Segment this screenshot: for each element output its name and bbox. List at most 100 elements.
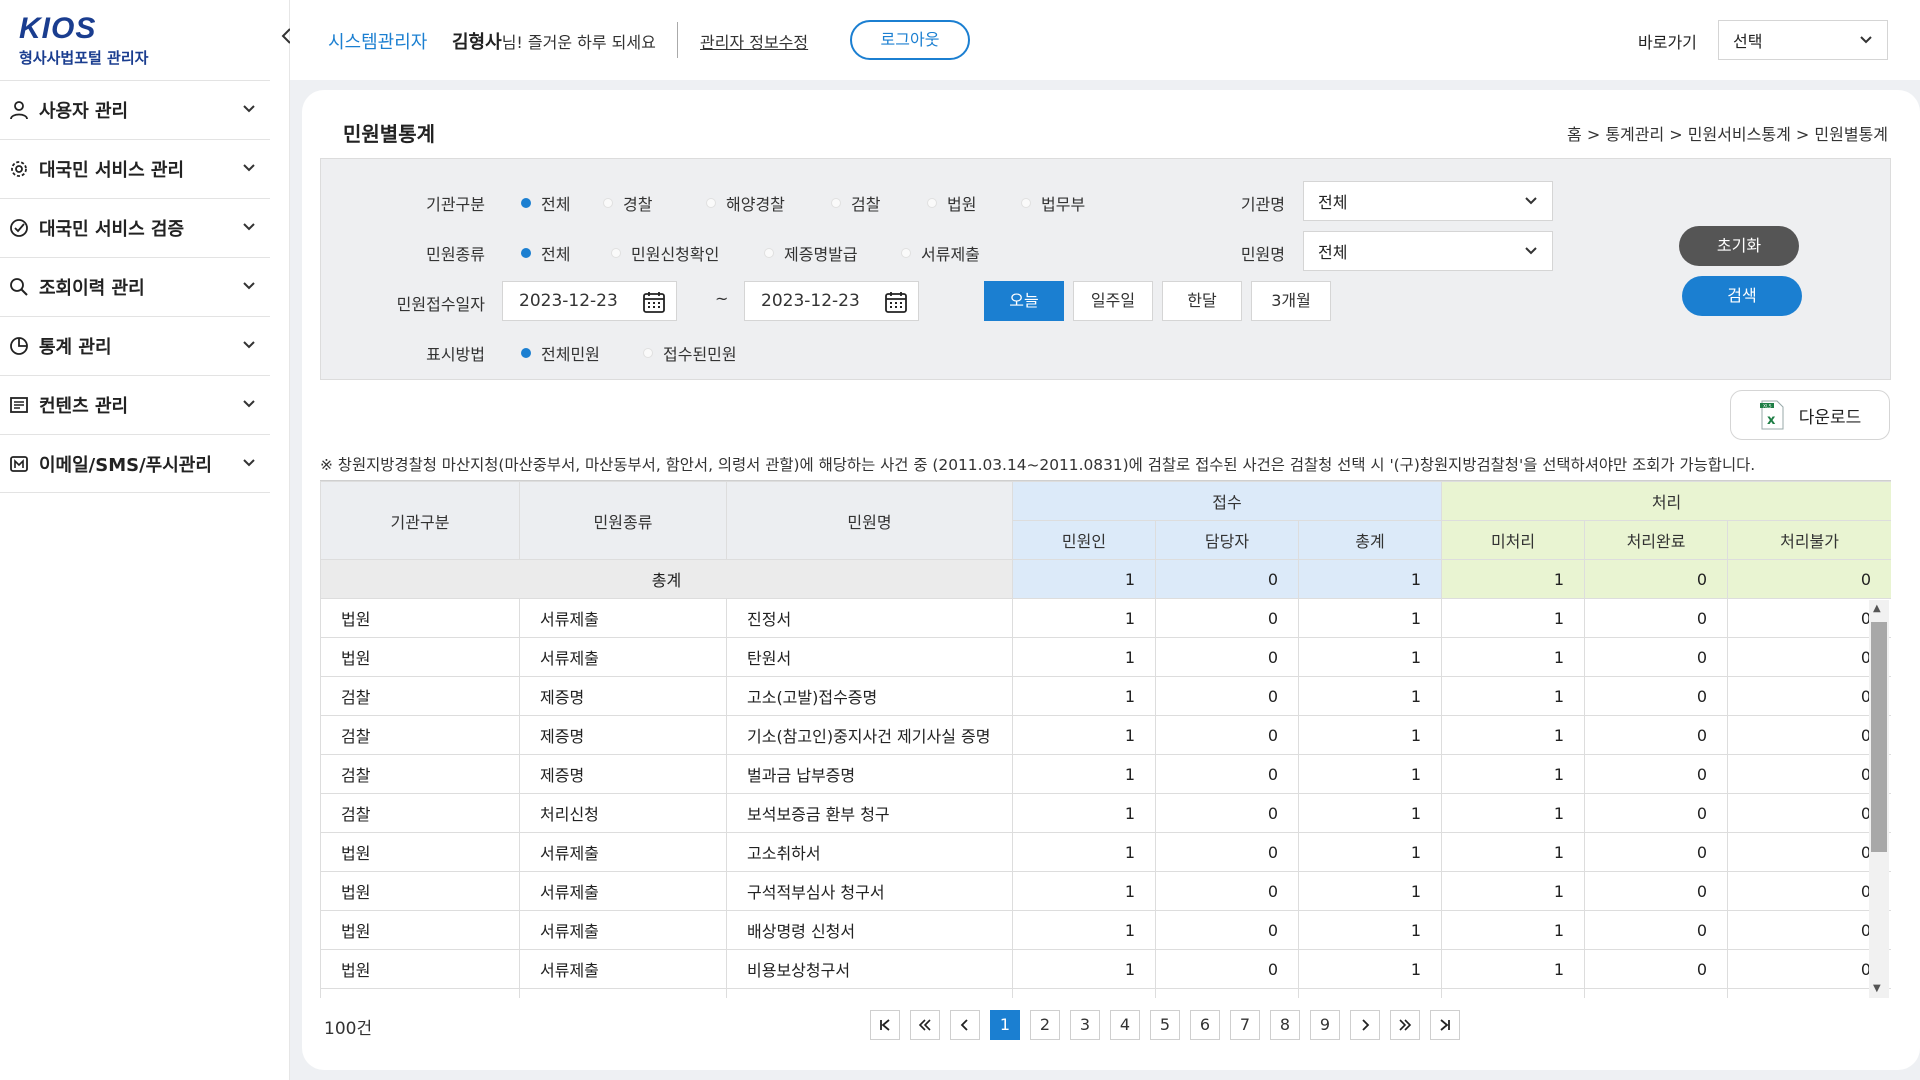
prev-page-button[interactable] (950, 1010, 980, 1040)
user-role: 시스템관리자 (328, 32, 428, 53)
page-5-button[interactable]: 5 (1150, 1010, 1180, 1040)
radio-label: 민원신청확인 (631, 245, 720, 264)
type-radio-certificate[interactable]: 제증명발급 (764, 241, 858, 265)
header-type: 민원종류 (519, 481, 727, 560)
cell-value: 1 (1441, 910, 1586, 950)
user-icon (8, 99, 30, 121)
table-scrollbar[interactable]: ▲ ▼ (1869, 600, 1889, 998)
radio-label: 접수된민원 (663, 345, 737, 364)
radio-dot (901, 248, 911, 258)
cell-value: 1 (1441, 637, 1586, 677)
scrollbar-thumb[interactable] (1871, 622, 1887, 852)
org-radio-justice[interactable]: 법무부 (1021, 191, 1085, 215)
next-page-button[interactable] (1350, 1010, 1380, 1040)
civil-name-select[interactable]: 전체 (1303, 231, 1553, 271)
page-6-button[interactable]: 6 (1190, 1010, 1220, 1040)
sidebar-item-service-mgmt[interactable]: 대국민 서비스 관리 (0, 139, 270, 198)
download-button[interactable]: XLS x 다운로드 (1730, 390, 1890, 440)
org-radio-court[interactable]: 법원 (927, 191, 976, 215)
type-radio-all[interactable]: 전체 (521, 241, 570, 265)
cell-type: 서류제출 (519, 598, 727, 638)
display-radio-all[interactable]: 전체민원 (521, 341, 600, 365)
page-9-button[interactable]: 9 (1310, 1010, 1340, 1040)
statistics-table-container[interactable]: 기관구분 민원종류 민원명 접수 처리 민원인 담당자 총계 미처리 처리완료 … (320, 480, 1891, 998)
radio-dot (521, 348, 531, 358)
first-page-button[interactable] (870, 1010, 900, 1040)
logout-button[interactable]: 로그아웃 (850, 20, 970, 60)
sidebar-item-service-verify[interactable]: 대국민 서비스 검증 (0, 198, 270, 257)
type-radio-document[interactable]: 서류제출 (901, 241, 980, 265)
cell-type: 서류제출 (519, 949, 727, 989)
header-receipt-staff: 담당자 (1155, 520, 1299, 560)
sidebar-item-messaging[interactable]: 이메일/SMS/푸시관리 (0, 434, 270, 493)
org-radio-coast-guard[interactable]: 해양경찰 (706, 191, 785, 215)
double-chevron-left-icon (918, 1019, 931, 1031)
table-row[interactable]: 검찰 제증명 기소(참고인)중지사건 제기사실 증명 1 0 1 1 0 0 (320, 715, 1891, 755)
page-7-button[interactable]: 7 (1230, 1010, 1260, 1040)
header-process: 처리 (1441, 481, 1891, 521)
period-today-button[interactable]: 오늘 (984, 281, 1064, 321)
goto-select[interactable]: 선택 (1718, 20, 1888, 60)
check-circle-icon (8, 217, 30, 239)
sidebar-item-label: 이메일/SMS/푸시관리 (39, 454, 212, 476)
calendar-icon[interactable] (642, 290, 666, 314)
org-radio-police[interactable]: 경찰 (603, 191, 652, 215)
last-page-button[interactable] (1430, 1010, 1460, 1040)
sidebar-item-history[interactable]: 조회이력 관리 (0, 257, 270, 316)
date-from-input[interactable]: 2023-12-23 (502, 281, 677, 321)
scroll-up-icon[interactable]: ▲ (1873, 604, 1881, 614)
edit-admin-info-link[interactable]: 관리자 정보수정 (700, 29, 808, 53)
cell-value: 1 (1441, 832, 1586, 872)
page-1-button[interactable]: 1 (990, 1010, 1020, 1040)
cell-value (1297, 988, 1443, 998)
table-row[interactable]: 법원 서류제출 고소취하서 1 0 1 1 0 0 (320, 832, 1891, 872)
display-label: 표시방법 (426, 345, 485, 364)
excel-icon: XLS x (1759, 400, 1784, 430)
radio-label: 전체 (541, 195, 571, 214)
table-row[interactable]: 법원 서류제출 구석적부심사 청구서 1 0 1 1 0 0 (320, 871, 1891, 911)
sidebar-item-stats[interactable]: 통계 관리 (0, 316, 270, 375)
search-button[interactable]: 검색 (1682, 276, 1802, 316)
gear-icon (8, 158, 30, 180)
chevron-down-icon (243, 341, 255, 349)
display-radio-received[interactable]: 접수된민원 (643, 341, 737, 365)
cell-value: 0 (1584, 637, 1729, 677)
next-group-button[interactable] (1390, 1010, 1420, 1040)
table-row[interactable] (320, 988, 1891, 998)
page-2-button[interactable]: 2 (1030, 1010, 1060, 1040)
org-radio-prosecution[interactable]: 검찰 (831, 191, 880, 215)
period-3month-button[interactable]: 3개월 (1251, 281, 1331, 321)
table-row[interactable]: 검찰 처리신청 보석보증금 환부 청구 1 0 1 1 0 0 (320, 793, 1891, 833)
table-row[interactable]: 검찰 제증명 고소(고발)접수증명 1 0 1 1 0 0 (320, 676, 1891, 716)
prev-group-button[interactable] (910, 1010, 940, 1040)
period-month-button[interactable]: 한달 (1162, 281, 1242, 321)
last-page-icon (1440, 1019, 1450, 1031)
sidebar-item-user[interactable]: 사용자 관리 (0, 80, 270, 139)
scroll-down-icon[interactable]: ▼ (1873, 984, 1881, 994)
org-radio-all[interactable]: 전체 (521, 191, 570, 215)
org-name-select[interactable]: 전체 (1303, 181, 1553, 221)
table-row[interactable]: 법원 서류제출 진정서 1 0 1 1 0 0 (320, 598, 1891, 638)
radio-dot (764, 248, 774, 258)
cell-name: 비용보상청구서 (726, 949, 1013, 989)
table-row[interactable]: 법원 서류제출 배상명령 신청서 1 0 1 1 0 0 (320, 910, 1891, 950)
page-8-button[interactable]: 8 (1270, 1010, 1300, 1040)
table-row[interactable]: 검찰 제증명 벌과금 납부증명 1 0 1 1 0 0 (320, 754, 1891, 794)
date-to-input[interactable]: 2023-12-23 (744, 281, 919, 321)
page-3-button[interactable]: 3 (1070, 1010, 1100, 1040)
type-radio-application[interactable]: 민원신청확인 (611, 241, 719, 265)
period-week-button[interactable]: 일주일 (1073, 281, 1153, 321)
table-row[interactable]: 법원 서류제출 탄원서 1 0 1 1 0 0 (320, 637, 1891, 677)
org-label: 기관구분 (426, 195, 485, 214)
reset-button[interactable]: 초기화 (1679, 226, 1799, 266)
total-row: 총계 1 0 1 1 0 0 (320, 559, 1891, 599)
first-page-icon (880, 1019, 890, 1031)
page-4-button[interactable]: 4 (1110, 1010, 1140, 1040)
logo[interactable]: KIOS 형사사법포털 관리자 (19, 14, 148, 68)
top-bar: 시스템관리자 김형사님! 즐거운 하루 되세요 관리자 정보수정 로그아웃 바로… (290, 0, 1920, 80)
sidebar-item-contents[interactable]: 컨텐츠 관리 (0, 375, 270, 434)
cell-value: 1 (1297, 754, 1443, 794)
calendar-icon[interactable] (884, 290, 908, 314)
table-row[interactable]: 법원 서류제출 비용보상청구서 1 0 1 1 0 0 (320, 949, 1891, 989)
total-cell: 0 (1727, 559, 1891, 599)
